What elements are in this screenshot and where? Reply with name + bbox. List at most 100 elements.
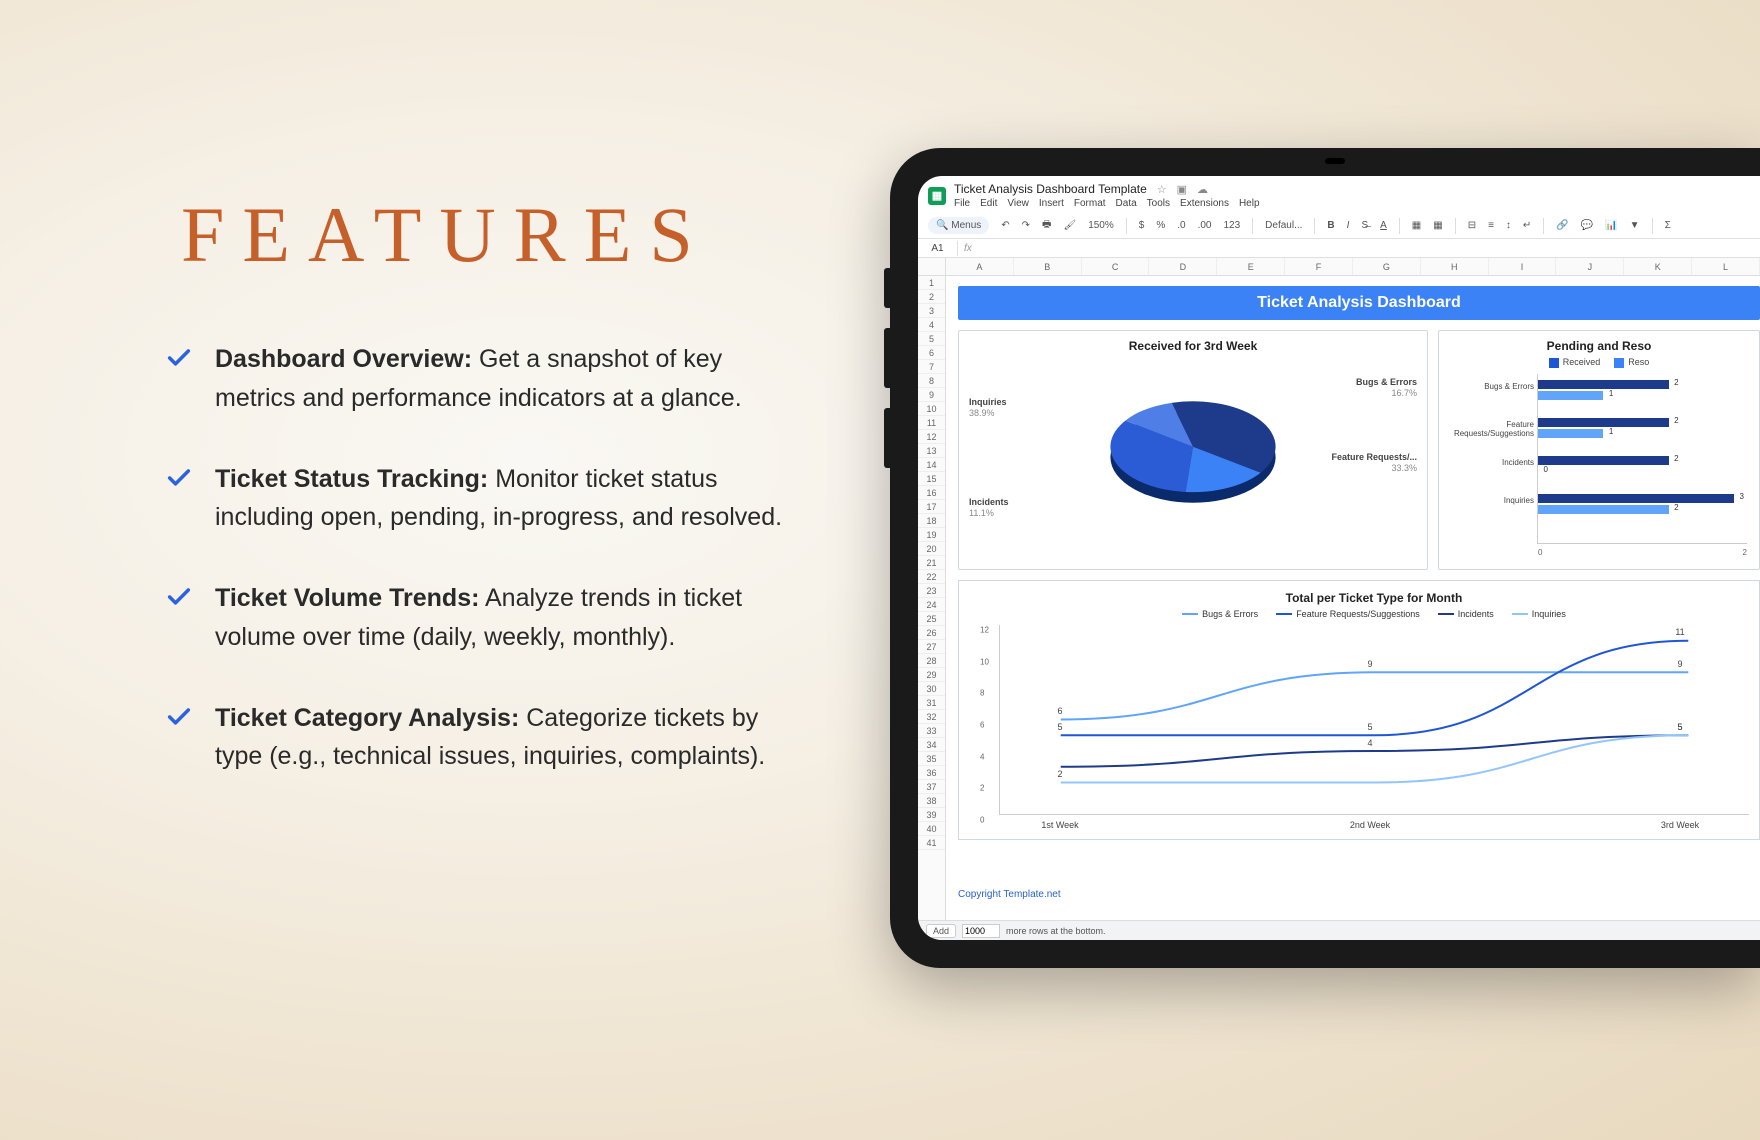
menu-insert[interactable]: Insert (1039, 198, 1064, 209)
move-icon[interactable]: ▣ (1177, 183, 1187, 196)
check-icon (165, 344, 193, 372)
zoom-select[interactable]: 150% (1088, 220, 1114, 231)
column-header[interactable]: D (1149, 258, 1217, 275)
legend-inquiries: Inquiries (1512, 609, 1566, 619)
pie-chart-card: Received for 3rd Week Inquiries38.9%Bugs… (958, 330, 1428, 570)
column-header[interactable]: H (1421, 258, 1489, 275)
feature-text: Dashboard Overview: Get a snapshot of ke… (215, 340, 805, 418)
bar-row: Inquiries32 (1538, 494, 1747, 520)
font-select[interactable]: Defaul... (1265, 220, 1302, 231)
point-label: 4 (1367, 738, 1372, 748)
chart-icon[interactable]: 📊 (1605, 220, 1617, 231)
check-icon (165, 703, 193, 731)
line-chart: 0246810121st Week2nd Week3rd Week6995511… (999, 625, 1749, 815)
menu-view[interactable]: View (1007, 198, 1029, 209)
link-icon[interactable]: 🔗 (1556, 220, 1568, 231)
italic-icon[interactable]: I (1347, 220, 1350, 231)
column-header[interactable]: E (1217, 258, 1285, 275)
feature-item: Ticket Category Analysis: Categorize tic… (165, 699, 805, 777)
y-tick: 0 (980, 816, 984, 825)
check-icon (165, 464, 193, 492)
comment-icon[interactable]: 💬 (1581, 220, 1593, 231)
point-label: 5 (1677, 722, 1682, 732)
wrap-icon[interactable]: ↵ (1523, 220, 1531, 231)
column-header[interactable]: F (1285, 258, 1353, 275)
line-chart-card: Total per Ticket Type for Month Bugs & E… (958, 580, 1760, 840)
paint-format-icon[interactable]: 🖌 (1063, 220, 1076, 231)
bar-chart-title: Pending and Reso (1447, 339, 1751, 353)
bold-icon[interactable]: B (1327, 220, 1334, 231)
legend-bugs: Bugs & Errors (1182, 609, 1258, 619)
point-label: 2 (1057, 769, 1062, 779)
feature-item: Ticket Status Tracking: Monitor ticket s… (165, 460, 805, 538)
cloud-icon[interactable]: ☁ (1197, 183, 1208, 196)
y-tick: 4 (980, 752, 984, 761)
pie-label: Inquiries38.9% (969, 397, 1007, 419)
menu-format[interactable]: Format (1074, 198, 1106, 209)
point-label: 9 (1367, 659, 1372, 669)
functions-icon[interactable]: Σ (1665, 220, 1671, 231)
column-header[interactable]: B (1014, 258, 1082, 275)
column-header[interactable]: C (1082, 258, 1150, 275)
check-icon (165, 583, 193, 611)
spreadsheet-grid[interactable]: Ticket Analysis Dashboard Received for 3… (946, 276, 1760, 922)
print-icon[interactable]: 🖶 (1042, 217, 1051, 234)
bar: 2 (1538, 380, 1669, 389)
copyright-link[interactable]: Copyright Template.net (958, 889, 1061, 900)
borders-icon[interactable]: ▦ (1433, 220, 1442, 231)
valign-icon[interactable]: ↕ (1506, 220, 1511, 231)
bar-chart: Bugs & Errors21Feature Requests/Suggesti… (1537, 374, 1747, 544)
tablet-screen: ▦ Ticket Analysis Dashboard Template ☆ ▣… (918, 176, 1760, 940)
dec-decrease-icon[interactable]: .0 (1177, 220, 1185, 231)
column-header[interactable]: G (1353, 258, 1421, 275)
filter-icon[interactable]: ▼ (1630, 220, 1640, 231)
document-title[interactable]: Ticket Analysis Dashboard Template (954, 182, 1147, 196)
bar-chart-card: Pending and Reso Received Reso Bugs & Er… (1438, 330, 1760, 570)
add-rows-button[interactable]: Add (926, 924, 956, 938)
column-header[interactable]: J (1556, 258, 1624, 275)
more-rows-label: more rows at the bottom. (1006, 926, 1106, 936)
column-header[interactable]: L (1692, 258, 1760, 275)
y-tick: 8 (980, 689, 984, 698)
x-label: 1st Week (1041, 820, 1078, 830)
tablet-button (884, 408, 890, 468)
bar: 1 (1538, 429, 1603, 438)
fill-color-icon[interactable]: ▦ (1412, 220, 1421, 231)
x-label: 2nd Week (1350, 820, 1390, 830)
text-color-icon[interactable]: A (1380, 220, 1387, 231)
menu-tools[interactable]: Tools (1147, 198, 1170, 209)
search-menus-input[interactable]: 🔍 Menus (928, 217, 989, 234)
line-chart-title: Total per Ticket Type for Month (999, 591, 1749, 605)
currency-icon[interactable]: $ (1139, 220, 1145, 231)
merge-icon[interactable]: ⊟ (1468, 220, 1476, 231)
column-headers: A B C D E F G H I J K L (918, 258, 1760, 276)
app-titlebar: ▦ Ticket Analysis Dashboard Template ☆ ▣… (918, 176, 1760, 209)
menu-edit[interactable]: Edit (980, 198, 997, 209)
column-header[interactable]: I (1489, 258, 1557, 275)
strike-icon[interactable]: S̶ (1361, 220, 1368, 231)
redo-icon[interactable]: ↷ (1022, 220, 1030, 231)
feature-item: Dashboard Overview: Get a snapshot of ke… (165, 340, 805, 418)
dec-increase-icon[interactable]: .00 (1198, 220, 1212, 231)
rows-count-input[interactable] (962, 924, 1000, 938)
undo-icon[interactable]: ↶ (1001, 220, 1009, 231)
menu-extensions[interactable]: Extensions (1180, 198, 1229, 209)
star-icon[interactable]: ☆ (1157, 183, 1167, 196)
formula-bar: A1 fx (918, 238, 1760, 258)
bar: 2 (1538, 505, 1669, 514)
row-headers[interactable]: 1234567891011121314151617181920212223242… (918, 276, 946, 922)
menu-data[interactable]: Data (1116, 198, 1137, 209)
menu-file[interactable]: File (954, 198, 970, 209)
point-label: 9 (1677, 659, 1682, 669)
menu-help[interactable]: Help (1239, 198, 1260, 209)
align-icon[interactable]: ≡ (1488, 220, 1494, 231)
column-header[interactable]: A (946, 258, 1014, 275)
percent-icon[interactable]: % (1156, 220, 1165, 231)
sheets-logo-icon[interactable]: ▦ (928, 187, 946, 205)
number-format-icon[interactable]: 123 (1223, 220, 1240, 231)
pie-chart: Inquiries38.9%Bugs & Errors16.7%Feature … (967, 357, 1419, 547)
feature-text: Ticket Category Analysis: Categorize tic… (215, 699, 805, 777)
name-box[interactable]: A1 (918, 241, 958, 256)
column-header[interactable]: K (1624, 258, 1692, 275)
select-all-cell[interactable] (918, 258, 946, 275)
